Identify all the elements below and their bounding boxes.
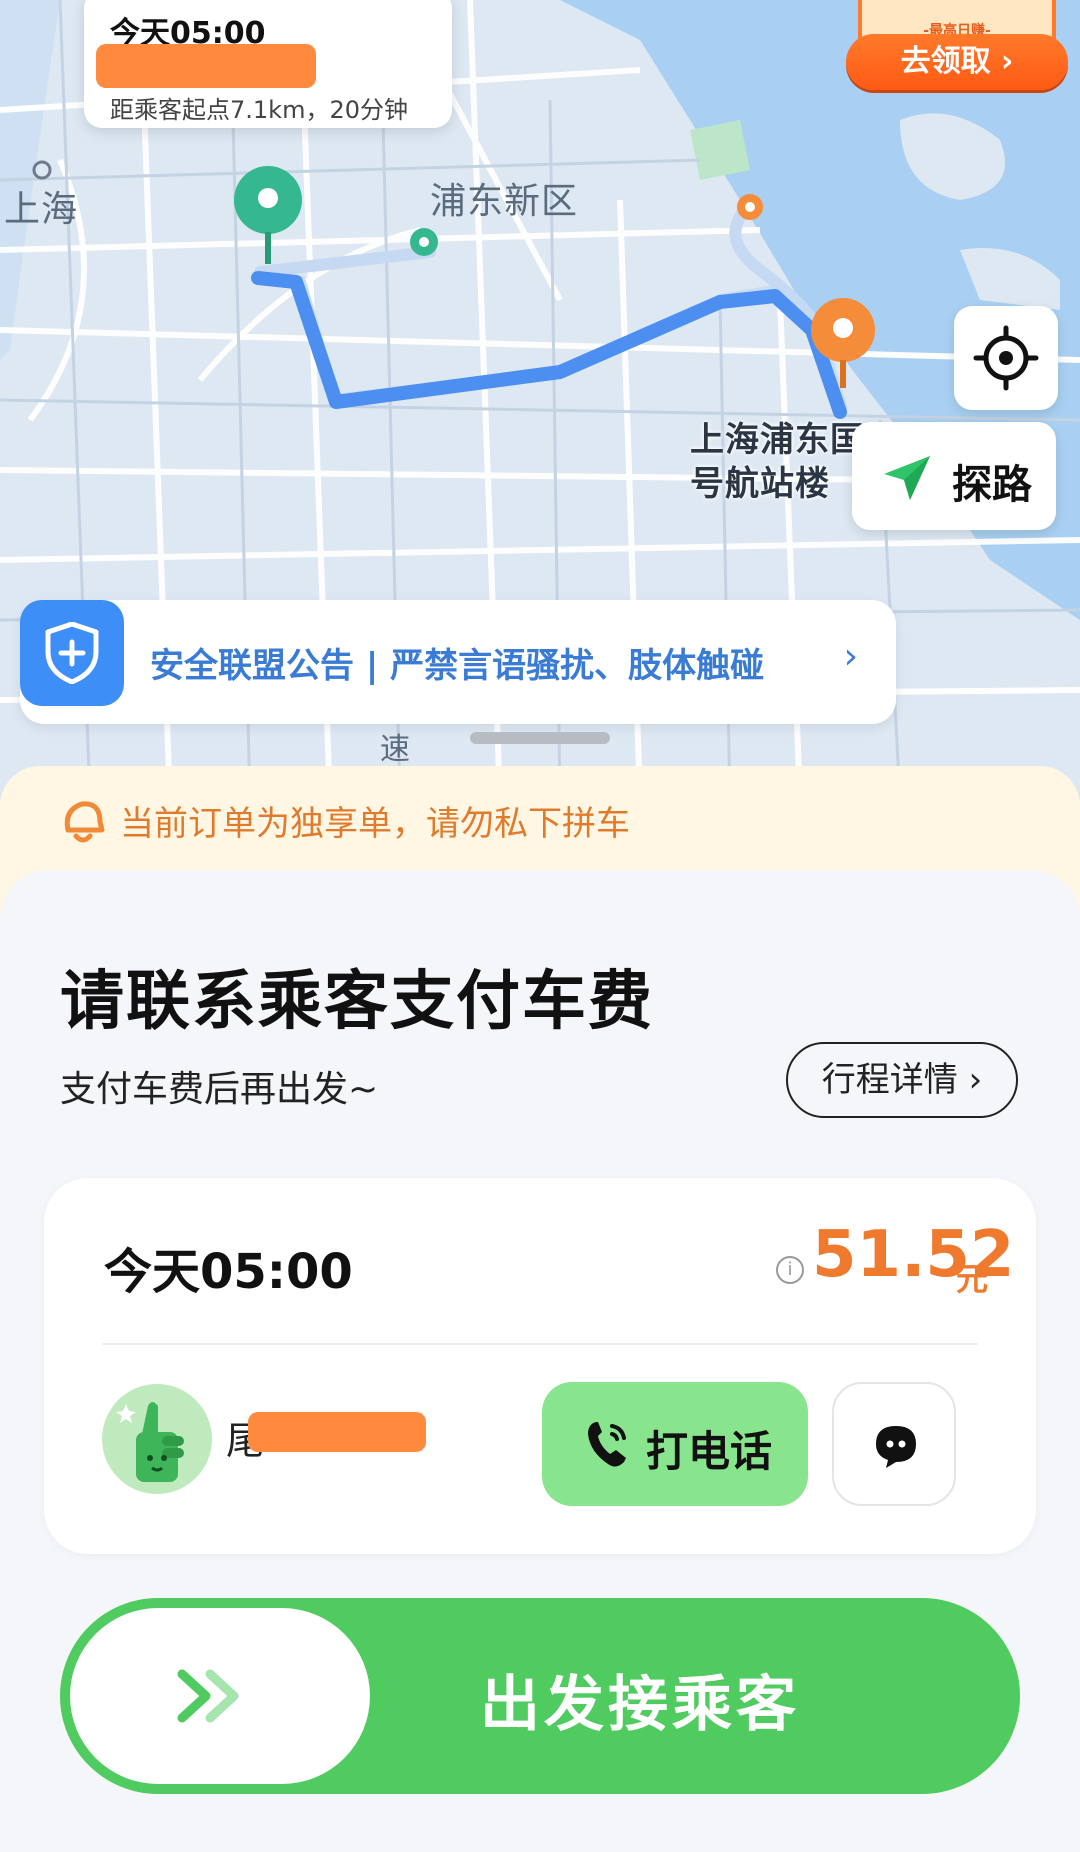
map-label-airport-2: 号航站楼 [690,464,830,504]
safety-notice-bar[interactable]: 安全联盟公告 | 严禁言语骚扰、肢体触碰 › [20,600,896,724]
call-label: 打电话 [646,1427,773,1476]
price-unit: 元 [956,1260,989,1298]
card-divider [102,1343,978,1345]
trip-info-card[interactable]: 今天05:00 龙湖新苑... 距乘客起点7.1km，20分钟 [84,0,452,128]
promo-banner[interactable]: -最高日赚- 去领取 › [846,0,1068,94]
origin-pin-icon [234,166,302,264]
map-label-road: 速 [380,732,410,767]
shield-badge [20,600,124,706]
explore-label: 探路 [952,462,1032,508]
map-label-airport-1: 上海浦东国 [690,420,865,460]
slider-knob[interactable] [70,1608,370,1784]
trip-card-distance: 距乘客起点7.1km，20分钟 [110,96,408,124]
navigation-arrow-icon [884,456,930,500]
phone-icon [588,1422,626,1467]
trip-detail-button[interactable]: 行程详情 › [786,1042,1018,1118]
promo-claim-button[interactable]: 去领取 › [846,34,1068,90]
page-subtitle: 支付车费后再出发~ [60,1069,379,1110]
order-card: 今天05:00 i 51.52 元 尾 打电话 [44,1178,1036,1554]
map-label-pudong: 浦东新区 [430,181,579,222]
chat-button[interactable] [832,1382,956,1506]
sheet-drag-handle[interactable] [470,732,610,744]
locate-button[interactable] [954,306,1058,410]
chevron-right-icon: › [843,636,858,677]
thumbs-up-avatar-icon [116,1402,184,1482]
order-time: 今天05:00 [104,1244,353,1300]
bell-icon [64,801,105,843]
shield-plus-icon [45,622,99,684]
explore-route-button[interactable]: 探路 [852,422,1056,530]
warning-text: 当前订单为独享单，请勿私下拼车 [120,804,630,844]
call-button[interactable]: 打电话 [542,1382,808,1506]
info-icon[interactable]: i [776,1256,804,1284]
locate-crosshair-icon [973,325,1039,391]
redaction-mark [96,44,316,88]
map-label-shanghai: 上海 [4,189,79,230]
order-sheet: 请联系乘客支付车费 支付车费后再出发~ 行程详情 › 今天05:00 i 51.… [0,870,1080,1852]
redaction-mark [248,1412,426,1452]
avatar[interactable] [102,1384,212,1494]
chat-bubble-icon [876,1426,916,1468]
depart-label: 出发接乘客 [480,1670,800,1740]
passenger-pin-icon [410,228,438,256]
page-title: 请联系乘客支付车费 [60,965,654,1039]
depart-slider[interactable]: 出发接乘客 [60,1598,1020,1794]
double-chevron-icon [177,1669,239,1723]
map-view[interactable]: 上海 浦东新区 上海浦东国 号航站楼 今天05:00 龙湖新苑... 距乘客起点… [0,0,1080,800]
dest-small-pin-icon [737,194,763,220]
safety-notice-text: 安全联盟公告 | 严禁言语骚扰、肢体触碰 [150,646,765,686]
